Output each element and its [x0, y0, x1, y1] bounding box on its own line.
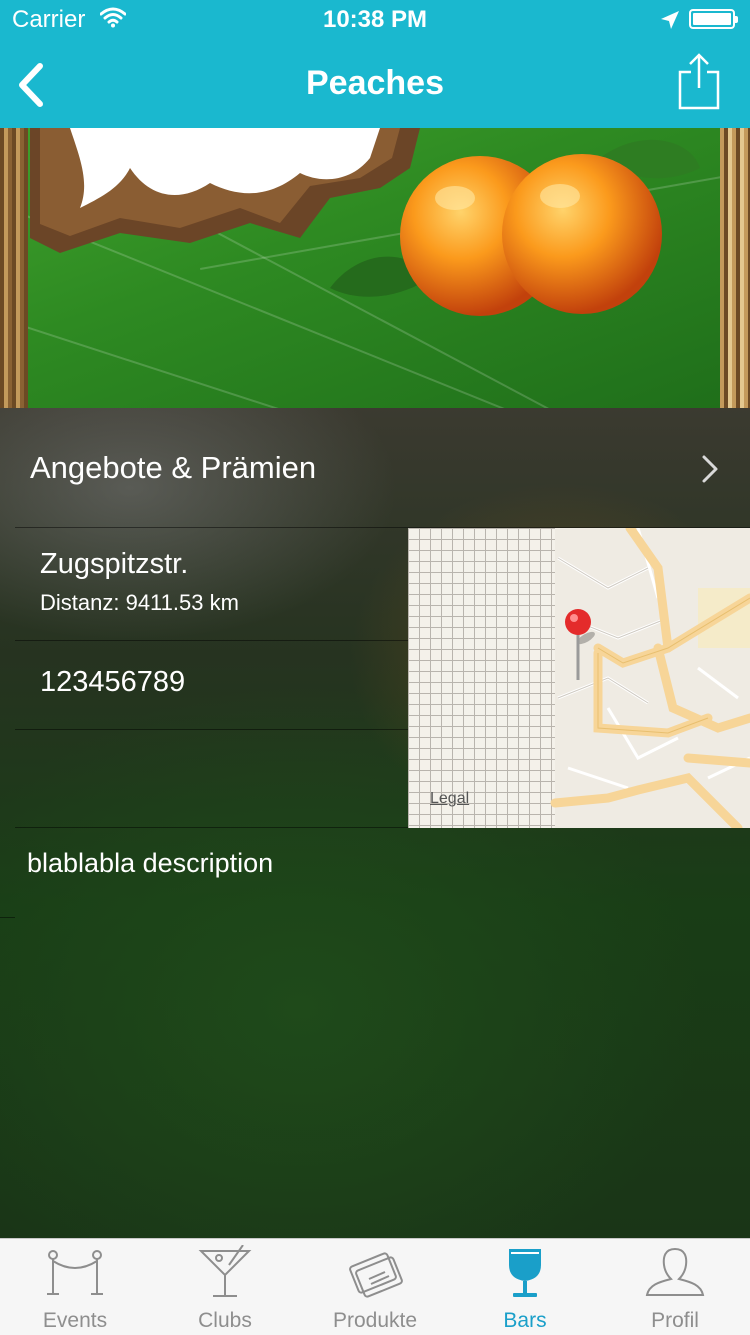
cocktail-glass-icon — [198, 1245, 252, 1297]
venue-description: blablabla description — [27, 848, 274, 878]
venue-map[interactable]: Legal — [408, 528, 750, 828]
tab-label: Clubs — [198, 1309, 252, 1332]
banner-frame-right — [720, 128, 750, 408]
tab-bar: Events Clubs Produkte Bars Profil — [0, 1238, 750, 1335]
phone-number-link[interactable]: 123456789 — [40, 666, 185, 699]
divider — [0, 917, 15, 918]
battery-icon — [689, 9, 738, 29]
address-distance: Distanz: 9411.53 km — [40, 590, 239, 615]
page-title: Peaches — [306, 64, 444, 102]
peaches-logo — [30, 128, 700, 316]
person-icon — [645, 1247, 705, 1296]
divider — [15, 640, 408, 641]
tab-events[interactable]: Events — [0, 1239, 150, 1335]
navigation-bar: Carrier 10:38 PM Peaches — [0, 0, 750, 128]
divider — [15, 729, 408, 730]
ticket-card-icon — [349, 1252, 403, 1298]
share-button[interactable] — [676, 52, 722, 110]
wine-glass-icon — [509, 1249, 541, 1297]
offers-rewards-label: Angebote & Prämien — [30, 450, 317, 485]
chevron-right-icon — [700, 454, 720, 489]
share-icon — [678, 53, 720, 110]
banner-frame-left — [0, 128, 28, 408]
tab-clubs[interactable]: Clubs — [150, 1239, 300, 1335]
map-streets — [550, 528, 750, 828]
tab-bars[interactable]: Bars — [450, 1239, 600, 1335]
tab-produkte[interactable]: Produkte — [300, 1239, 450, 1335]
venue-banner-image — [0, 128, 750, 408]
tab-label: Profil — [651, 1309, 699, 1332]
tab-profil[interactable]: Profil — [600, 1239, 750, 1335]
rope-barrier-icon — [47, 1250, 103, 1295]
map-legal-link[interactable]: Legal — [430, 790, 469, 808]
tab-label: Events — [42, 1309, 108, 1332]
status-time: 10:38 PM — [322, 6, 428, 33]
tab-label: Produkte — [332, 1309, 418, 1332]
offers-rewards-row[interactable]: Angebote & Prämien — [0, 408, 750, 528]
address-street: Zugspitzstr. — [40, 548, 189, 580]
tab-label: Bars — [503, 1309, 547, 1332]
location-arrow-icon — [660, 10, 680, 35]
